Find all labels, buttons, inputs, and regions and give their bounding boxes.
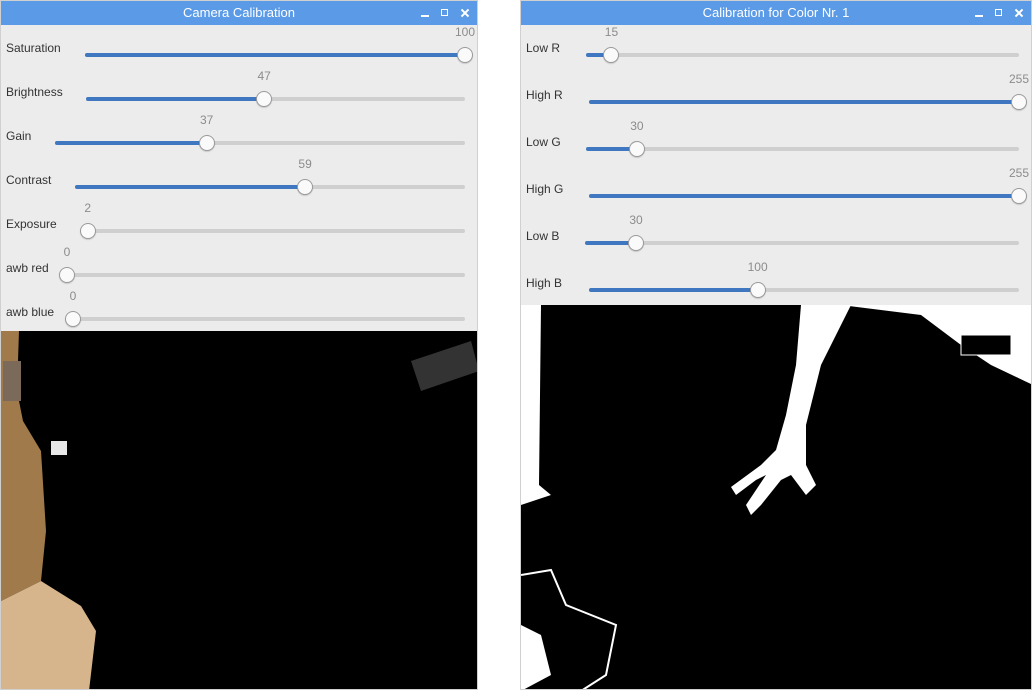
threshold-mask-image: [521, 305, 1031, 689]
slider-track[interactable]: 0: [59, 245, 465, 283]
slider-value: 30: [629, 213, 643, 227]
slider-handle[interactable]: [65, 311, 81, 327]
slider-fill: [55, 141, 207, 145]
slider-row: Gain 37: [1, 113, 477, 157]
camera-preview-image: [1, 331, 477, 689]
title-bar[interactable]: Camera Calibration: [1, 1, 477, 25]
slider-row: Low G 30: [521, 119, 1031, 163]
slider-row: Low R 15: [521, 25, 1031, 69]
slider-handle[interactable]: [628, 141, 645, 157]
slider-handle[interactable]: [749, 282, 766, 298]
slider-label: Brightness: [6, 85, 63, 99]
slider-handle[interactable]: [79, 223, 96, 239]
title-bar[interactable]: Calibration for Color Nr. 1: [521, 1, 1031, 25]
slider-value: 15: [604, 25, 619, 39]
slider-fill: [75, 185, 306, 189]
slider-row: awb blue 0: [1, 289, 477, 333]
slider-label: High R: [526, 88, 563, 102]
slider-track[interactable]: 255: [589, 72, 1029, 110]
slider-row: Exposure 2: [1, 201, 477, 245]
close-icon[interactable]: [1013, 7, 1025, 19]
slider-value: 47: [257, 69, 271, 83]
slider-fill: [589, 100, 1019, 104]
slider-fill: [86, 97, 265, 101]
slider-handle[interactable]: [198, 135, 215, 151]
slider-fill: [85, 53, 465, 57]
slider-track[interactable]: 59: [75, 157, 465, 195]
slider-value: 100: [454, 25, 476, 39]
slider-label: Contrast: [6, 173, 52, 187]
slider-value: 2: [84, 201, 92, 215]
slider-label: Exposure: [6, 217, 57, 231]
slider-handle[interactable]: [297, 179, 314, 195]
slider-handle[interactable]: [603, 47, 620, 63]
slider-row: High R 255: [521, 72, 1031, 116]
slider-track[interactable]: 100: [85, 25, 475, 63]
slider-value: 37: [200, 113, 214, 127]
slider-row: awb red 0: [1, 245, 477, 289]
slider-row: High G 255: [521, 166, 1031, 210]
slider-label: Saturation: [6, 41, 61, 55]
mask-frame: [521, 305, 1031, 689]
slider-value: 30: [630, 119, 644, 133]
slider-row: Contrast 59: [1, 157, 477, 201]
slider-row: High B 100: [521, 260, 1031, 304]
maximize-icon[interactable]: [993, 7, 1005, 19]
slider-label: Low G: [526, 135, 561, 149]
slider-track[interactable]: 100: [589, 260, 1019, 298]
minimize-icon[interactable]: [973, 7, 985, 19]
slider-value: 59: [298, 157, 312, 171]
slider-track[interactable]: 255: [589, 166, 1029, 204]
slider-row: Saturation 100: [1, 25, 477, 69]
slider-label: Low B: [526, 229, 560, 243]
slider-label: Gain: [6, 129, 32, 143]
color-calibration-window: Calibration for Color Nr. 1 Low R 15 High …: [520, 0, 1032, 690]
maximize-icon[interactable]: [439, 7, 451, 19]
minimize-icon[interactable]: [419, 7, 431, 19]
slider-handle[interactable]: [457, 47, 473, 63]
slider-handle[interactable]: [59, 267, 75, 283]
slider-track[interactable]: 47: [86, 69, 465, 107]
slider-track[interactable]: 2: [79, 201, 465, 239]
slider-label: High G: [526, 182, 564, 196]
slider-label: awb red: [6, 261, 49, 275]
slider-handle[interactable]: [1011, 94, 1027, 110]
slider-value: 0: [63, 245, 71, 259]
slider-value: 100: [747, 260, 768, 274]
slider-fill: [589, 288, 758, 292]
slider-label: awb blue: [6, 305, 55, 319]
slider-track[interactable]: 15: [586, 25, 1019, 63]
window-title: Camera Calibration: [183, 5, 295, 20]
slider-value: 255: [1008, 72, 1030, 86]
slider-track[interactable]: 0: [65, 289, 465, 327]
slider-handle[interactable]: [1011, 188, 1027, 204]
window-title: Calibration for Color Nr. 1: [702, 5, 850, 20]
slider-row: Low B 30: [521, 213, 1031, 257]
camera-frame: [1, 331, 477, 689]
slider-handle[interactable]: [256, 91, 273, 107]
camera-calibration-window: Camera Calibration Saturation 100 Brightne…: [0, 0, 478, 690]
close-icon[interactable]: [459, 7, 471, 19]
slider-label: Low R: [526, 41, 561, 55]
slider-fill: [589, 194, 1019, 198]
slider-track[interactable]: 30: [586, 119, 1019, 157]
slider-track[interactable]: 37: [55, 113, 465, 151]
slider-track[interactable]: 30: [585, 213, 1019, 251]
slider-value: 255: [1008, 166, 1030, 180]
slider-value: 0: [69, 289, 77, 303]
slider-row: Brightness 47: [1, 69, 477, 113]
slider-handle[interactable]: [628, 235, 645, 251]
slider-label: High B: [526, 276, 563, 290]
